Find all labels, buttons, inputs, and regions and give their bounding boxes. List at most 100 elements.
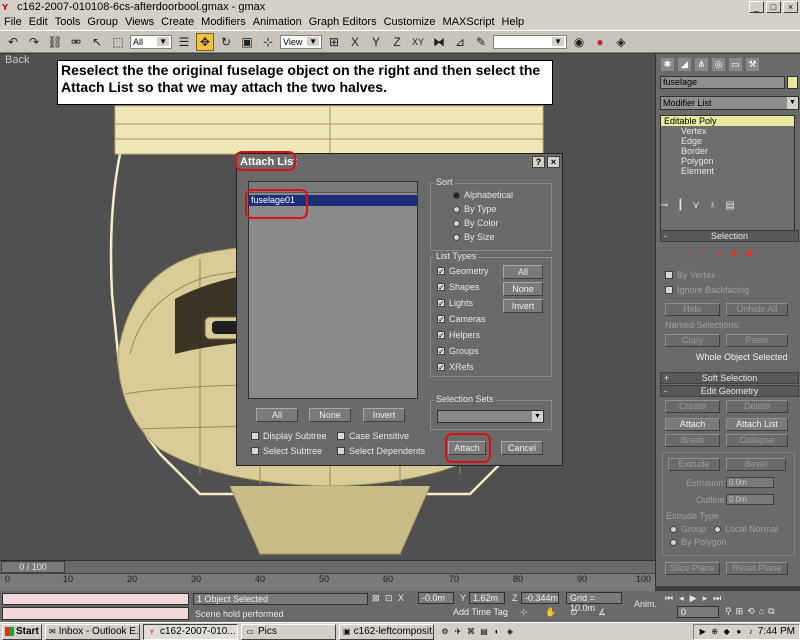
border-mode-icon[interactable]: ⌓ <box>715 248 723 259</box>
local-normal-option[interactable]: Local Normal <box>714 524 778 534</box>
menu-modifiers[interactable]: Modifiers <box>199 16 251 28</box>
material-editor-icon[interactable]: ◉ <box>570 33 588 51</box>
field-of-view-icon[interactable]: ⌂ <box>759 606 764 617</box>
reset-plane-button[interactable]: Reset Plane <box>726 562 788 575</box>
clock[interactable]: 7:44 PM <box>758 626 795 637</box>
sort-by-type[interactable]: By Type <box>453 204 496 214</box>
select-scale-icon[interactable]: ▣ <box>238 33 256 51</box>
types-none-button[interactable]: None <box>503 282 543 296</box>
x-axis-icon[interactable]: X <box>346 33 364 51</box>
time-slider-knob[interactable]: 0 / 100 <box>1 561 65 573</box>
quicklaunch-icon[interactable]: ▤ <box>479 627 489 637</box>
show-end-result-icon[interactable]: ┃ <box>677 200 683 211</box>
animate-mode-button[interactable]: Anim. <box>634 599 657 609</box>
menu-animation[interactable]: Animation <box>251 16 307 28</box>
render-icon[interactable]: ● <box>591 33 609 51</box>
attach-list-button[interactable]: Attach List <box>726 418 788 431</box>
case-sensitive-option[interactable]: Case Sensitive <box>337 431 409 441</box>
play-icon[interactable]: ▶ <box>690 593 697 604</box>
make-unique-icon[interactable]: ⋎ <box>692 200 699 211</box>
maximize-viewport-icon[interactable]: ⧉ <box>768 606 774 617</box>
utilities-tab-icon[interactable]: ⚒ <box>746 57 759 71</box>
menu-file[interactable]: File <box>2 16 27 28</box>
lock-selection-icon[interactable]: ⊠ <box>372 593 380 604</box>
menu-group[interactable]: Group <box>85 16 123 28</box>
absolute-mode-icon[interactable]: ⊡ <box>385 593 393 604</box>
quicklaunch-icon[interactable]: ✈ <box>453 627 463 637</box>
named-selection-icon[interactable]: ✎ <box>472 33 490 51</box>
volume-icon[interactable]: ♪ <box>746 627 756 637</box>
mirror-icon[interactable]: ⧓ <box>430 33 448 51</box>
tray-icon[interactable]: ◆ <box>722 627 732 637</box>
quick-render-icon[interactable]: ◈ <box>612 33 630 51</box>
check-helpers[interactable]: ✓ Helpers <box>437 330 480 340</box>
list-all-button[interactable]: All <box>256 408 298 422</box>
quicklaunch-icon[interactable]: ◈ <box>505 627 515 637</box>
start-button[interactable]: Start <box>2 623 42 640</box>
configure-sets-icon[interactable]: ▤ <box>725 200 734 211</box>
edge-mode-icon[interactable]: ⟋ <box>700 248 707 259</box>
current-frame-field[interactable]: 0 <box>677 606 719 618</box>
next-frame-icon[interactable]: ▸ <box>703 593 708 604</box>
check-groups[interactable]: ✓ Groups <box>437 346 479 356</box>
paste-button[interactable]: Paste <box>726 334 788 347</box>
y-coord-field[interactable]: 1.62m <box>469 592 505 604</box>
unlink-icon[interactable]: ⚮ <box>67 33 85 51</box>
check-cameras[interactable]: ✓ Cameras <box>437 314 486 324</box>
menu-tools[interactable]: Tools <box>53 16 86 28</box>
snap-icon[interactable]: ⊙ <box>570 607 578 618</box>
create-tab-icon[interactable]: ✱ <box>661 57 674 71</box>
key-mode-icon[interactable]: ⊹ <box>520 607 528 618</box>
copy-button[interactable]: Copy <box>665 334 720 347</box>
collapse-button[interactable]: Collapse <box>726 434 788 447</box>
break-button[interactable]: Break <box>665 434 720 447</box>
select-subtree-option[interactable]: Select Subtree <box>251 446 322 456</box>
x-coord-field[interactable]: -0.0m <box>418 592 454 604</box>
xy-axis-icon[interactable]: XY <box>409 33 427 51</box>
polygon-mode-icon[interactable]: ■ <box>731 248 737 259</box>
minimize-button[interactable]: _ <box>749 1 764 13</box>
modifier-list-dropdown[interactable]: Modifier List ▼ <box>660 96 799 110</box>
tray-icon[interactable]: ⊕ <box>710 627 720 637</box>
task-outlook[interactable]: ✉ Inbox - Outlook E... <box>45 623 140 640</box>
maximize-button[interactable]: □ <box>766 1 781 13</box>
maxscript-output-field[interactable] <box>2 607 189 620</box>
hierarchy-tab-icon[interactable]: ⋔ <box>695 57 708 71</box>
menu-create[interactable]: Create <box>159 16 199 28</box>
track-bar[interactable]: 0 10 20 30 40 50 60 70 80 90 100 <box>0 573 655 591</box>
task-pics[interactable]: ▭ Pics <box>241 623 336 640</box>
bevel-button[interactable]: Bevel <box>726 458 786 471</box>
cancel-button[interactable]: Cancel <box>501 441 543 455</box>
tray-icon[interactable]: ● <box>734 627 744 637</box>
angle-snap-icon[interactable]: ∡ <box>598 607 606 618</box>
check-xrefs[interactable]: ✓ XRefs <box>437 362 474 372</box>
time-slider[interactable]: 0 / 100 <box>0 560 655 573</box>
pan-view-icon[interactable]: ✋ <box>545 607 556 618</box>
tray-icon[interactable]: ▶ <box>698 627 708 637</box>
z-coord-field[interactable]: -0.344m <box>521 592 559 604</box>
menu-views[interactable]: Views <box>123 16 159 28</box>
gmax-app-icon[interactable]: ʏ <box>2 1 14 13</box>
list-none-button[interactable]: None <box>309 408 351 422</box>
attach-geometry-button[interactable]: Attach <box>665 418 720 431</box>
sort-by-color[interactable]: By Color <box>453 218 499 228</box>
menu-graph-editors[interactable]: Graph Editors <box>307 16 382 28</box>
delete-button[interactable]: Delete <box>726 400 788 413</box>
z-axis-icon[interactable]: Z <box>388 33 406 51</box>
display-subtree-option[interactable]: Display Subtree <box>251 431 327 441</box>
select-region-icon[interactable]: ⬚ <box>109 33 127 51</box>
hide-button[interactable]: Hide <box>665 303 720 316</box>
orbit-icon[interactable]: ⟲ <box>747 606 755 617</box>
create-button[interactable]: Create <box>665 400 720 413</box>
ignore-backfacing-option[interactable]: Ignore Backfacing <box>665 285 749 295</box>
quicklaunch-icon[interactable]: ⌘ <box>466 627 476 637</box>
y-axis-icon[interactable]: Y <box>367 33 385 51</box>
stack-item-border[interactable]: Border <box>661 146 794 156</box>
object-color-swatch[interactable] <box>787 76 798 89</box>
extrude-group-option[interactable]: Group <box>670 524 706 534</box>
object-name-field[interactable]: fuselage <box>660 76 785 89</box>
unhide-all-button[interactable]: Unhide All <box>726 303 788 316</box>
go-to-end-icon[interactable]: ⏭ <box>713 593 721 604</box>
named-selection-dropdown[interactable]: ▼ <box>493 34 567 49</box>
types-all-button[interactable]: All <box>503 265 543 279</box>
